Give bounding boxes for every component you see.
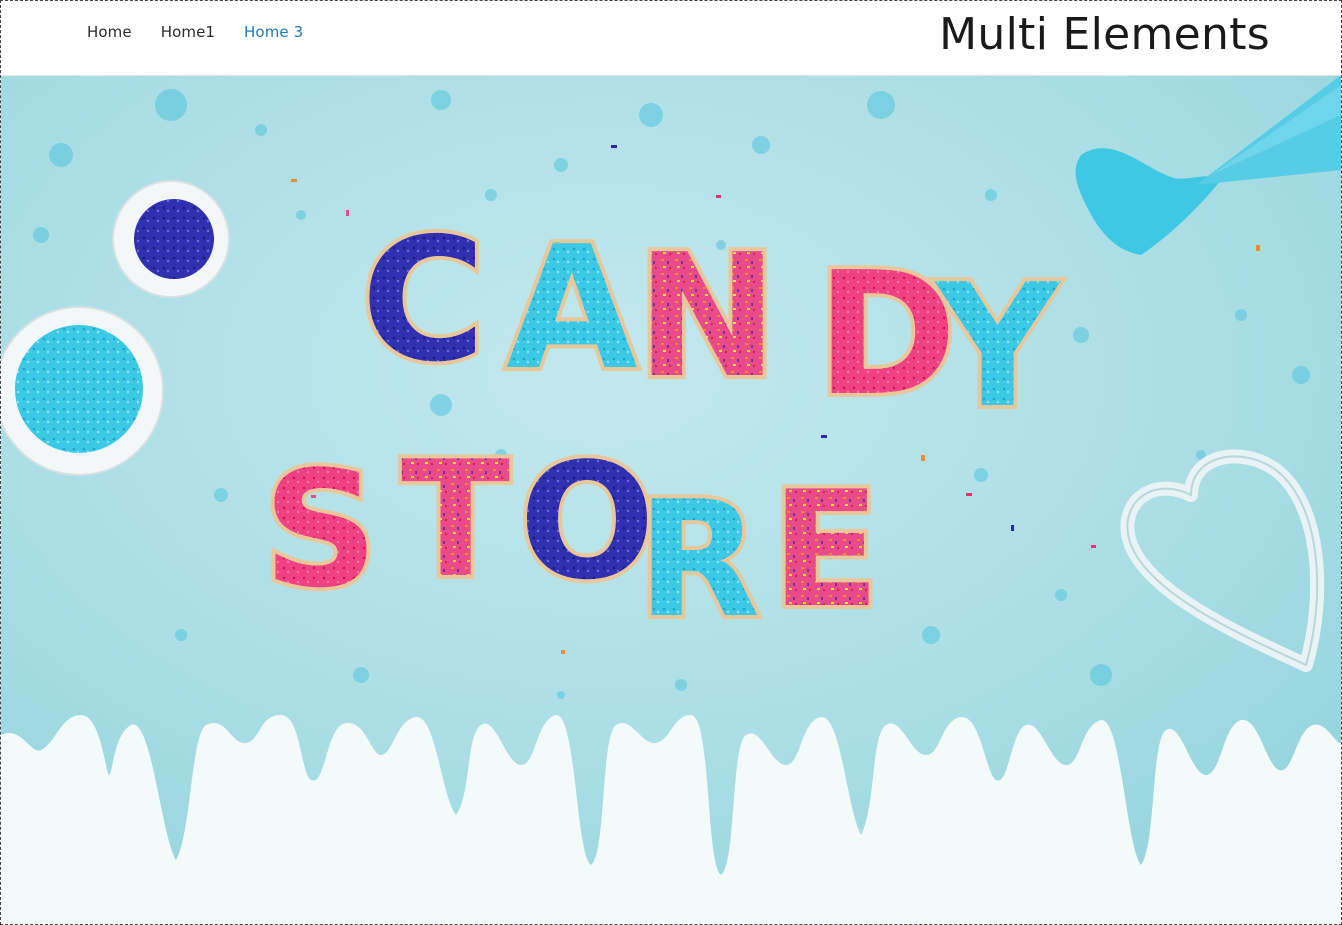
site-title: Multi Elements bbox=[939, 9, 1270, 60]
cookie-letter-a: A bbox=[506, 210, 638, 408]
cookie-letter-o: O bbox=[519, 428, 655, 615]
hero-image: C A N D Y S T O R E bbox=[1, 75, 1341, 924]
hero-banner: C A N D Y S T O R E bbox=[1, 75, 1341, 924]
cookie-letter-t: T bbox=[401, 426, 510, 613]
cookie-letter-e: E bbox=[771, 456, 880, 643]
cookie-letter-y: Y bbox=[934, 248, 1061, 446]
cookie-letter-s: S bbox=[263, 436, 378, 623]
sprinkle-bowl-small bbox=[112, 180, 230, 298]
page: Home Home1 Home 3 Multi Elements C A N D… bbox=[0, 0, 1342, 925]
cookie-letter-r: R bbox=[637, 466, 760, 653]
site-header: Home Home1 Home 3 Multi Elements bbox=[1, 1, 1341, 76]
nav-link-home[interactable]: Home bbox=[87, 23, 132, 41]
main-nav: Home Home1 Home 3 bbox=[87, 23, 303, 41]
cookie-letter-n: N bbox=[636, 218, 778, 416]
nav-link-home-3[interactable]: Home 3 bbox=[244, 23, 303, 41]
nav-link-home1[interactable]: Home1 bbox=[161, 23, 215, 41]
cookie-letter-c: C bbox=[361, 202, 486, 400]
sprinkle-bowl-large bbox=[1, 306, 164, 476]
